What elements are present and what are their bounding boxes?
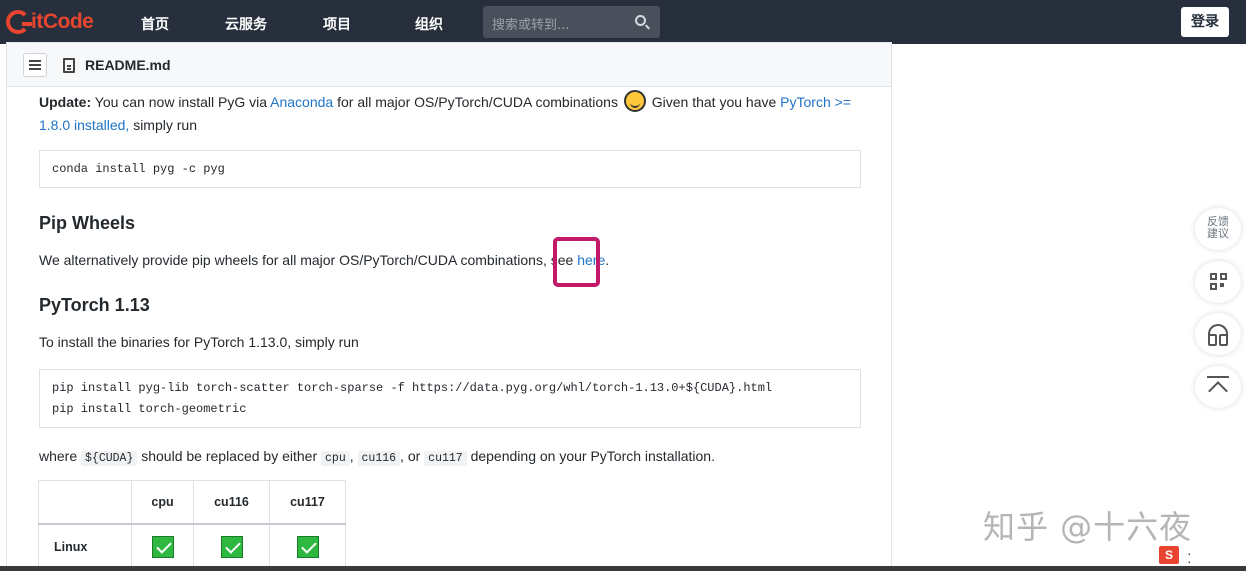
cu116-code: cu116 — [357, 451, 401, 466]
pytorch-113-heading: PyTorch 1.13 — [39, 295, 150, 315]
table-header — [38, 480, 132, 525]
update-paragraph: Update: You can now install PyG via Anac… — [39, 90, 859, 136]
check-icon — [151, 535, 174, 558]
readme-header: README.md — [7, 43, 891, 87]
cuda-var-code: ${CUDA} — [81, 451, 138, 466]
qrcode-icon — [1210, 273, 1227, 290]
table-row: Linux — [38, 523, 346, 570]
check-icon — [220, 535, 243, 558]
table-header: cu117 — [269, 480, 346, 525]
bottom-scrollbar[interactable] — [0, 566, 1246, 571]
cu117-code: cu117 — [424, 451, 467, 466]
cpu-code: cpu — [321, 451, 350, 466]
update-text-4: simply run — [133, 117, 197, 134]
feedback-button[interactable]: 反馈 建议 — [1195, 208, 1241, 250]
update-text-3: Given that you have — [651, 94, 777, 110]
nav-home[interactable]: 首页 — [141, 14, 169, 34]
where-text-1: where — [39, 448, 78, 464]
feedback-label: 反馈 建议 — [1207, 215, 1229, 240]
update-text-2: for all major OS/PyTorch/CUDA combinatio… — [337, 94, 618, 110]
table-header-row: cpu cu116 cu117 — [38, 480, 346, 525]
here-link-highlight — [553, 237, 600, 287]
where-text-2: should be replaced by either — [141, 448, 318, 464]
top-navbar: itCode 首页 云服务 项目 组织 搜索或转到... 登录 — [0, 0, 1246, 44]
update-text-1: You can now install PyG via — [94, 94, 268, 110]
table-cell — [131, 523, 194, 570]
qrcode-button[interactable] — [1195, 261, 1241, 303]
logo-g-icon — [6, 10, 32, 34]
table-cell — [193, 523, 270, 570]
nav-orgs[interactable]: 组织 — [415, 14, 443, 34]
pytorch-113-text: To install the binaries for PyTorch 1.13… — [39, 334, 359, 350]
readme-filename: README.md — [85, 57, 171, 73]
support-button[interactable] — [1195, 313, 1241, 355]
nav-cloud[interactable]: 云服务 — [225, 14, 267, 34]
conda-command: conda install pyg -c pyg — [52, 162, 225, 176]
search-placeholder: 搜索或转到... — [492, 18, 570, 33]
toc-toggle-button[interactable] — [23, 53, 47, 77]
install-table: cpu cu116 cu117 Linux — [38, 480, 346, 570]
cuda-paragraph: where ${CUDA} should be replaced by eith… — [39, 448, 715, 466]
where-text-3: depending on your PyTorch installation. — [470, 448, 715, 464]
smile-emoji-icon — [623, 90, 646, 113]
pip-wheels-heading: Pip Wheels — [39, 213, 136, 233]
table-row-label: Linux — [38, 523, 132, 570]
pip-wheels-paragraph: We alternatively provide pip wheels for … — [39, 252, 610, 268]
back-to-top-icon — [1207, 376, 1229, 401]
pip-command-2: pip install torch-geometric — [52, 402, 247, 416]
headset-icon — [1208, 324, 1228, 346]
file-icon — [63, 58, 75, 73]
update-label: Update: — [39, 94, 92, 110]
back-to-top-button[interactable] — [1195, 366, 1241, 408]
pip-code-block: pip install pyg-lib torch-scatter torch-… — [39, 369, 861, 428]
table-cell — [269, 523, 346, 570]
more-icon[interactable]: · · — [1187, 546, 1192, 568]
table-header: cu116 — [193, 480, 270, 525]
pip-wheels-text: We alternatively provide pip wheels for … — [39, 252, 574, 268]
conda-code-block: conda install pyg -c pyg — [39, 150, 861, 188]
zhihu-watermark: 知乎 @十六夜 — [983, 508, 1193, 546]
logo-text: itCode — [31, 10, 94, 33]
login-button[interactable]: 登录 — [1181, 7, 1229, 37]
check-icon — [296, 535, 319, 558]
s-badge-icon: S — [1159, 546, 1179, 564]
gitcode-logo[interactable]: itCode — [6, 7, 94, 37]
table-header: cpu — [131, 480, 194, 525]
pip-command-1: pip install pyg-lib torch-scatter torch-… — [52, 381, 773, 395]
search-icon[interactable] — [635, 15, 646, 26]
anaconda-link[interactable]: Anaconda — [270, 94, 333, 110]
nav-projects[interactable]: 项目 — [323, 14, 351, 34]
search-input[interactable]: 搜索或转到... — [483, 6, 660, 38]
